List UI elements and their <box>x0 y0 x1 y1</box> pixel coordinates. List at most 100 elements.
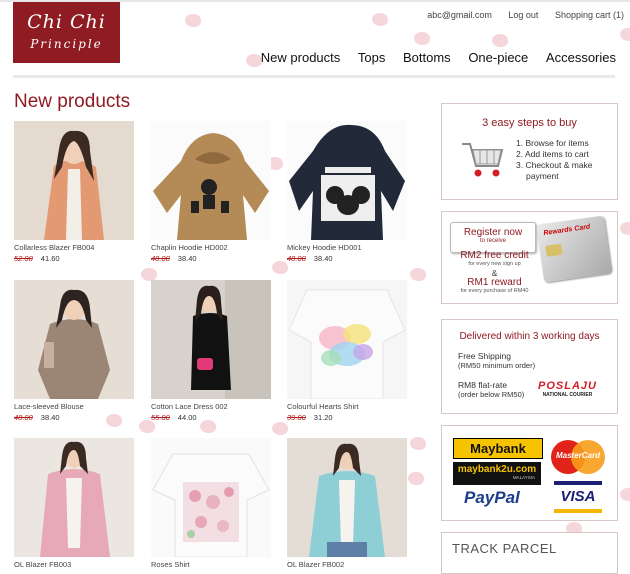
site-logo[interactable]: Chi Chi Principle <box>13 2 120 63</box>
register-now-label: Register now <box>463 227 523 238</box>
visa-label: VISA <box>560 488 596 505</box>
free-credit-text: RM2 free credit <box>460 250 529 261</box>
product-name[interactable]: Cotton Lace Dress 002 <box>151 402 271 411</box>
product-name[interactable]: Mickey Hoodie HD001 <box>287 243 407 252</box>
free-shipping-label: Free Shipping <box>458 351 511 361</box>
user-email-link[interactable]: abc@gmail.com <box>427 10 492 20</box>
nav-item-one-piece[interactable]: One-piece <box>468 50 528 65</box>
nav-item-tops[interactable]: Tops <box>358 50 385 65</box>
product-photo <box>14 438 134 557</box>
product-card[interactable]: Cotton Lace Dress 002 55.00 44.00 <box>151 280 271 422</box>
old-price: 55.00 <box>151 413 170 422</box>
step-item: payment <box>526 171 559 181</box>
steps-title: 3 easy steps to buy <box>482 117 577 129</box>
product-card[interactable]: Colourful Hearts Shirt 39.00 31.20 <box>287 280 407 422</box>
maybank-logo: Maybank <box>453 438 543 459</box>
product-name[interactable]: Collarless Blazer FB004 <box>14 243 134 252</box>
product-image[interactable] <box>287 280 407 399</box>
product-name[interactable]: Chaplin Hoodie HD002 <box>151 243 271 252</box>
visa-logo: VISA <box>554 481 602 513</box>
petal-decoration <box>185 14 201 27</box>
petal-decoration <box>408 472 424 485</box>
free-shipping-sub: (RM50 minimum order) <box>458 361 536 370</box>
flat-rate-label: RM8 flat-rate <box>458 380 508 390</box>
product-card[interactable]: Chaplin Hoodie HD002 48.00 38.40 <box>151 121 271 263</box>
main-nav: New products Tops Bottoms One-piece Acce… <box>247 50 616 65</box>
product-image[interactable] <box>151 438 271 557</box>
petal-decoration <box>620 488 630 501</box>
steps-panel: 3 easy steps to buy 1. Browse for items … <box>441 103 618 200</box>
petal-decoration <box>414 32 430 45</box>
track-parcel-panel[interactable]: TRACK PARCEL <box>441 532 618 574</box>
product-name[interactable]: Roses Shirt <box>151 560 271 569</box>
product-card[interactable]: Mickey Hoodie HD001 48.00 38.40 <box>287 121 407 263</box>
step-item: 2. Add items to cart <box>516 149 589 159</box>
product-photo <box>151 438 271 557</box>
product-price: 48.00 38.40 <box>151 254 271 263</box>
product-card[interactable]: Roses Shirt <box>151 438 271 569</box>
shopping-cart-link[interactable]: Shopping cart (1) <box>555 10 624 20</box>
product-card[interactable]: OL Blazer FB003 <box>14 438 134 569</box>
rewards-card-label: Rewards Card <box>543 223 591 238</box>
mastercard-logo: MasterCard <box>551 440 605 474</box>
product-name[interactable]: OL Blazer FB003 <box>14 560 134 569</box>
step-item: 1. Browse for items <box>516 138 589 148</box>
product-name[interactable]: Lace-sleeved Blouse <box>14 402 134 411</box>
nav-item-new-products[interactable]: New products <box>261 50 340 65</box>
register-panel: Register now to receive Rewards Card RM2… <box>441 211 618 304</box>
product-price: 39.00 31.20 <box>287 413 407 422</box>
register-sub-label: to receive <box>479 238 506 244</box>
reward-text: RM1 reward <box>467 277 522 288</box>
logo-line2: Principle <box>30 37 103 51</box>
product-name[interactable]: Colourful Hearts Shirt <box>287 402 407 411</box>
steps-list: 1. Browse for items 2. Add items to cart… <box>516 138 593 182</box>
product-image[interactable] <box>14 438 134 557</box>
old-price: 48.00 <box>14 413 33 422</box>
flat-rate-sub: (order below RM50) <box>458 390 525 399</box>
petal-decoration <box>620 28 630 41</box>
petal-decoration <box>492 34 508 47</box>
logo-line1: Chi Chi <box>27 11 106 33</box>
maybank2u-logo: maybank2u.com MALAYSIA <box>453 462 541 485</box>
product-image[interactable] <box>14 121 134 240</box>
nav-item-bottoms[interactable]: Bottoms <box>403 50 451 65</box>
product-photo <box>14 280 134 399</box>
old-price: 39.00 <box>287 413 306 422</box>
old-price: 52.00 <box>14 254 33 263</box>
product-price: 52.00 41.60 <box>14 254 134 263</box>
product-image[interactable] <box>14 280 134 399</box>
nav-divider <box>13 75 615 78</box>
nav-item-accessories[interactable]: Accessories <box>546 50 616 65</box>
delivery-title: Delivered within 3 working days <box>459 331 600 342</box>
product-price: 48.00 38.40 <box>14 413 134 422</box>
product-card[interactable]: OL Blazer FB002 <box>287 438 407 569</box>
product-card[interactable]: Collarless Blazer FB004 52.00 41.60 <box>14 121 134 263</box>
flat-rate: RM8 flat-rate (order below RM50) <box>458 380 524 400</box>
maybank2u-sub: MALAYSIA <box>512 475 535 480</box>
payment-panel: Maybank maybank2u.com MALAYSIA PayPal Ma… <box>441 425 618 521</box>
sale-price: 38.40 <box>177 254 197 263</box>
product-image[interactable] <box>151 121 271 240</box>
product-image[interactable] <box>287 438 407 557</box>
step-item: 3. Checkout & make <box>516 160 593 170</box>
register-offer: RM2 free credit for every new sign up & … <box>442 251 547 296</box>
poslaju-name: POSLAJU <box>538 380 597 392</box>
delivery-panel: Delivered within 3 working days Free Shi… <box>441 319 618 414</box>
product-image[interactable] <box>287 121 407 240</box>
sale-price: 38.40 <box>313 254 333 263</box>
product-card[interactable]: Lace-sleeved Blouse 48.00 38.40 <box>14 280 134 422</box>
product-photo <box>287 438 407 557</box>
track-parcel-title[interactable]: TRACK PARCEL <box>452 541 557 556</box>
product-name[interactable]: OL Blazer FB002 <box>287 560 407 569</box>
reward-sub: for every purchase of RM40 <box>460 288 529 294</box>
sale-price: 44.00 <box>177 413 197 422</box>
mastercard-label: MasterCard <box>555 451 600 460</box>
sale-price: 31.20 <box>313 413 333 422</box>
register-now-button[interactable]: Register now to receive <box>450 222 536 253</box>
free-shipping: Free Shipping (RM50 minimum order) <box>458 351 535 371</box>
petal-decoration <box>410 437 426 450</box>
product-image[interactable] <box>151 280 271 399</box>
poslaju-logo: POSLAJU NATIONAL COURIER <box>538 380 597 398</box>
logout-link[interactable]: Log out <box>508 10 538 20</box>
product-photo <box>287 280 407 399</box>
